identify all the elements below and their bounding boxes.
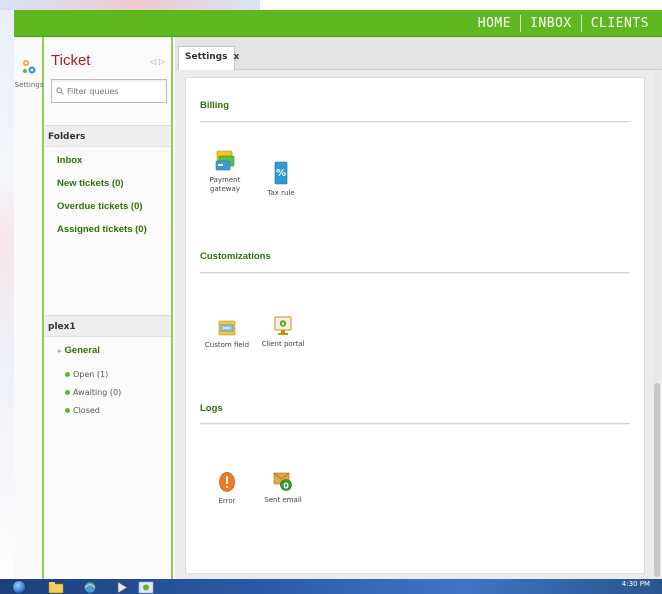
svg-text:0: 0 [283, 482, 289, 491]
payment-gateway-label: Payment gateway [209, 176, 241, 193]
client-portal-tile[interactable]: Client portal [258, 316, 308, 349]
sent-email-label: Sent email [264, 496, 302, 504]
status-dot-icon [65, 389, 70, 395]
ticket-panel: Ticket ◁ ▷ Folders Inbox New tickets (0)… [45, 37, 173, 579]
tax-rule-label: Tax rule [267, 189, 295, 197]
expand-caret-icon: ▸ [58, 348, 62, 355]
search-icon [56, 87, 64, 95]
nav-clients[interactable]: CLIENTS [582, 16, 658, 31]
queue-item-label: Open (1) [73, 369, 109, 379]
tax-rule-icon: % [274, 161, 288, 185]
folders-heading: Folders [45, 125, 171, 147]
tax-rule-tile[interactable]: % Tax rule [256, 161, 306, 198]
folder-item-assigned-tickets[interactable]: Assigned tickets (0) [57, 224, 147, 247]
system-clock: 4:30 PM [621, 580, 650, 588]
nav-home[interactable]: HOME [469, 16, 520, 31]
main-area: Settings x Billing Payment gateway % Tax … [175, 37, 662, 579]
start-button[interactable] [12, 580, 26, 594]
queue-item-awaiting[interactable]: Awaiting (0) [65, 383, 121, 401]
folder-item-inbox[interactable]: Inbox [57, 155, 147, 178]
folder-list: Inbox New tickets (0) Overdue tickets (0… [57, 155, 147, 247]
section-title-customizations: Customizations [200, 251, 271, 262]
close-icon[interactable]: x [233, 52, 239, 62]
folder-item-new-tickets[interactable]: New tickets (0) [57, 178, 147, 201]
nav-inbox[interactable]: INBOX [521, 16, 581, 31]
settings-launcher[interactable]: Settings [14, 59, 44, 89]
section-divider [200, 121, 630, 123]
queue-group-label: General [64, 345, 100, 356]
svg-text:%: % [276, 168, 286, 179]
section-title-logs: Logs [200, 403, 223, 414]
queue-item-closed[interactable]: Closed [65, 401, 121, 419]
client-portal-label: Client portal [261, 340, 305, 348]
status-dot-icon [65, 371, 70, 377]
queue-group-general[interactable]: ▸ General [58, 345, 100, 356]
folder-item-overdue-tickets[interactable]: Overdue tickets (0) [57, 201, 147, 224]
queue-heading: plex1 [45, 315, 171, 337]
error-log-tile[interactable]: Error [202, 471, 252, 506]
queue-item-label: Awaiting (0) [73, 387, 122, 397]
sent-email-tile[interactable]: 0 Sent email [258, 470, 308, 505]
settings-launcher-label: Settings [14, 81, 44, 89]
custom-field-icon [218, 320, 236, 336]
queue-list: Open (1) Awaiting (0) Closed [65, 365, 121, 419]
media-taskbar-icon[interactable] [114, 581, 130, 594]
desktop-background-top [0, 0, 260, 10]
section-divider [200, 272, 630, 274]
queue-item-open[interactable]: Open (1) [65, 365, 121, 383]
payment-gateway-icon [215, 150, 235, 171]
app-taskbar-icon[interactable] [138, 581, 154, 594]
tab-strip: Settings x [175, 37, 662, 70]
scrollbar-thumb[interactable] [654, 383, 660, 577]
collapse-arrows-icon[interactable]: ◁ ▷ [150, 57, 165, 66]
folder-taskbar-icon[interactable] [48, 581, 64, 594]
app-launcher-strip: Settings [14, 37, 44, 579]
queue-item-label: Closed [73, 405, 100, 415]
desktop-background-left [0, 0, 14, 594]
custom-field-tile[interactable]: Custom field [202, 319, 252, 350]
sent-email-icon: 0 [273, 472, 292, 491]
filter-queues-input[interactable] [67, 86, 161, 96]
top-bar: HOME INBOX CLIENTS [14, 10, 662, 37]
settings-icon [23, 60, 36, 74]
section-divider [200, 423, 630, 425]
payment-gateway-tile[interactable]: Payment gateway [200, 150, 250, 194]
section-title-billing: Billing [200, 100, 230, 111]
os-taskbar: 4:30 PM [0, 579, 662, 594]
panel-title: Ticket [51, 52, 91, 69]
tab-settings-label: Settings [185, 52, 228, 62]
filter-queues-box [51, 79, 167, 103]
error-icon [219, 472, 235, 492]
top-navigation: HOME INBOX CLIENTS [469, 10, 658, 37]
status-dot-icon [65, 407, 70, 413]
tab-settings[interactable]: Settings x [178, 46, 239, 70]
settings-content: Billing Payment gateway % Tax rule Custo… [185, 77, 645, 574]
error-log-label: Error [218, 497, 236, 505]
custom-field-label: Custom field [204, 341, 250, 349]
client-portal-icon [274, 316, 292, 335]
browser-taskbar-icon[interactable] [82, 581, 98, 594]
